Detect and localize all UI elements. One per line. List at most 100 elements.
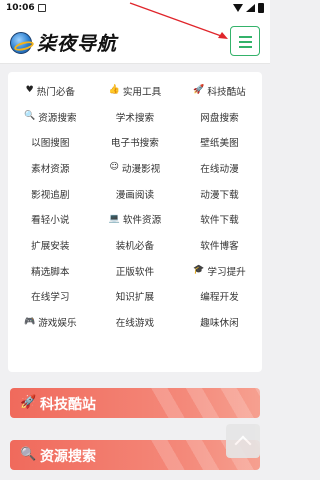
smile-icon: ☺ (109, 162, 119, 173)
category-link[interactable]: 壁纸美图 (177, 135, 262, 149)
category-row: 素材资源 ☺ 动漫影视 在线动漫 (8, 155, 262, 181)
category-label: 学术搜索 (115, 112, 155, 124)
category-link[interactable]: 编程开发 (177, 289, 262, 303)
section-title: 资源搜索 (40, 449, 96, 465)
category-label: 扩展安装 (31, 240, 70, 252)
category-label: 热门必备 (36, 86, 76, 98)
category-label: 游戏娱乐 (38, 318, 77, 330)
section-stripes (150, 388, 260, 418)
status-time: 10:06 (6, 3, 35, 13)
category-label: 漫画阅读 (115, 189, 155, 201)
section-header-tech-sites[interactable]: 🚀 科技酷站 (10, 388, 260, 418)
category-link[interactable]: 在线学习 (8, 289, 93, 303)
category-row: 影视追剧 漫画阅读 动漫下载 (8, 181, 262, 207)
category-label: 在线学习 (31, 292, 70, 304)
menu-bar-icon (239, 46, 252, 48)
category-link[interactable]: 影视追剧 (8, 187, 93, 201)
category-label: 在线游戏 (115, 318, 155, 330)
heart-icon: ♥ (25, 85, 34, 96)
category-label: 素材资源 (31, 163, 70, 175)
category-link[interactable]: 动漫下载 (177, 187, 262, 201)
back-to-top-button[interactable] (226, 424, 260, 458)
category-panel: ♥ 热门必备 👍 实用工具 🚀 科技酷站 🔍 资源搜索 学术搜索 网盘搜索 以图搜图 电子书搜索 壁纸美… (8, 72, 262, 372)
category-link[interactable]: ☺ 动漫影视 (93, 161, 178, 175)
globe-logo-icon (10, 31, 32, 54)
category-link[interactable]: 趣味休闲 (177, 315, 262, 329)
category-label: 学习提升 (207, 266, 246, 278)
category-link[interactable]: 装机必备 (93, 238, 178, 252)
category-grid: ♥ 热门必备 👍 实用工具 🚀 科技酷站 🔍 资源搜索 学术搜索 网盘搜索 以图搜图 电子书搜索 壁纸美… (8, 78, 262, 335)
category-link[interactable]: 知识扩展 (93, 289, 178, 303)
category-label: 资源搜索 (38, 112, 77, 124)
graduation-cap-icon: 🎓 (193, 265, 205, 276)
status-icons (233, 3, 264, 13)
battery-icon (258, 3, 264, 13)
category-link[interactable]: 扩展安装 (8, 238, 93, 252)
rocket-icon: 🚀 (20, 395, 37, 410)
category-link[interactable]: 🚀 科技酷站 (177, 84, 262, 98)
category-label: 影视追剧 (31, 189, 70, 201)
category-row: 看轻小说 💻 软件资源 软件下载 (8, 206, 262, 232)
menu-bar-icon (239, 41, 252, 43)
laptop-icon: 💻 (108, 213, 120, 224)
category-link[interactable]: 看轻小说 (8, 212, 93, 226)
menu-bar-icon (239, 36, 252, 38)
category-link[interactable]: 网盘搜索 (177, 110, 262, 124)
thumbs-up-icon: 👍 (108, 85, 120, 96)
category-label: 知识扩展 (115, 292, 155, 304)
category-link[interactable]: 🎓 学习提升 (177, 264, 262, 278)
category-row: 🎮 游戏娱乐 在线游戏 趣味休闲 (8, 309, 262, 335)
category-link[interactable]: 精选脚本 (8, 264, 93, 278)
category-link[interactable]: 软件下载 (177, 212, 262, 226)
category-link[interactable]: 正版软件 (93, 264, 178, 278)
category-link[interactable]: 以图搜图 (8, 135, 93, 149)
category-label: 壁纸美图 (200, 138, 239, 150)
search-icon: 🔍 (24, 111, 36, 122)
category-label: 以图搜图 (31, 138, 70, 150)
category-label: 软件下载 (200, 215, 239, 227)
category-link[interactable]: 素材资源 (8, 161, 93, 175)
category-label: 装机必备 (115, 240, 155, 252)
category-label: 网盘搜索 (200, 112, 239, 124)
section-header-resource-search[interactable]: 🔍 资源搜索 (10, 440, 260, 470)
site-logo[interactable]: 柒夜导航 (10, 29, 117, 56)
category-label: 看轻小说 (31, 215, 70, 227)
status-bar: 10:06 (0, 0, 270, 18)
notification-app-icon (38, 4, 46, 12)
category-label: 在线动漫 (200, 163, 239, 175)
category-label: 实用工具 (122, 86, 162, 98)
category-label: 软件博客 (200, 240, 239, 252)
category-label: 动漫下载 (200, 189, 239, 201)
category-link[interactable]: 在线动漫 (177, 161, 262, 175)
category-link[interactable]: 💻 软件资源 (93, 212, 178, 226)
category-link[interactable]: ♥ 热门必备 (8, 84, 93, 98)
wifi-icon (233, 4, 243, 12)
signal-icon (246, 4, 255, 12)
category-row: 扩展安装 装机必备 软件博客 (8, 232, 262, 258)
category-link[interactable]: 🔍 资源搜索 (8, 110, 93, 124)
category-link[interactable]: 学术搜索 (93, 110, 178, 124)
category-link[interactable]: 🎮 游戏娱乐 (8, 315, 93, 329)
category-label: 科技酷站 (207, 86, 246, 98)
gamepad-icon: 🎮 (24, 316, 36, 327)
category-row: 以图搜图 电子书搜索 壁纸美图 (8, 129, 262, 155)
rocket-icon: 🚀 (193, 85, 205, 96)
category-link[interactable]: 在线游戏 (93, 315, 178, 329)
category-label: 编程开发 (200, 292, 239, 304)
category-row: ♥ 热门必备 👍 实用工具 🚀 科技酷站 (8, 78, 262, 104)
category-row: 精选脚本 正版软件 🎓 学习提升 (8, 258, 262, 284)
category-link[interactable]: 软件博客 (177, 238, 262, 252)
category-label: 正版软件 (115, 266, 155, 278)
category-row: 🔍 资源搜索 学术搜索 网盘搜索 (8, 104, 262, 130)
logo-text: 柒夜导航 (37, 33, 118, 55)
category-label: 精选脚本 (31, 266, 70, 278)
category-link[interactable]: 电子书搜索 (93, 135, 178, 149)
category-label: 电子书搜索 (110, 138, 159, 150)
category-link[interactable]: 漫画阅读 (93, 187, 178, 201)
category-row: 在线学习 知识扩展 编程开发 (8, 284, 262, 310)
hamburger-menu-button[interactable] (230, 26, 260, 56)
category-label: 动漫影视 (121, 163, 161, 175)
section-title: 科技酷站 (40, 397, 96, 413)
category-link[interactable]: 👍 实用工具 (93, 84, 178, 98)
site-header: 柒夜导航 (0, 18, 270, 64)
